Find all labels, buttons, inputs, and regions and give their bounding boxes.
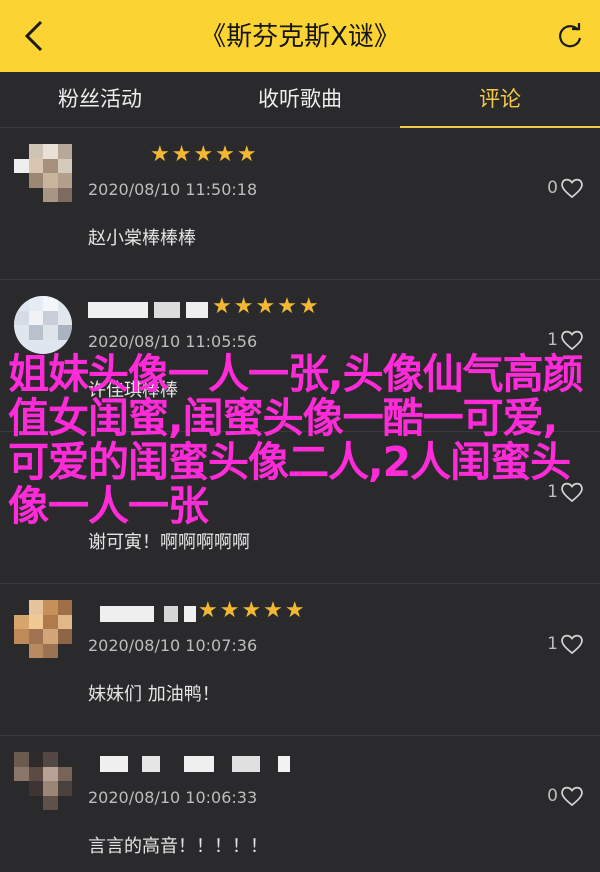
comment-time: 2020/08/10 11:50:18 xyxy=(88,180,258,199)
avatar[interactable] xyxy=(14,296,72,354)
comment-time: 2020/08/10 11:05:56 xyxy=(88,332,258,351)
tab-listen-songs[interactable]: 收听歌曲 xyxy=(200,72,400,128)
page-title: 《斯芬克斯Ⅹ谜》 xyxy=(200,22,400,52)
like-button[interactable]: 1 xyxy=(547,632,584,656)
comment-text: 妹妹们 加油鸭！ xyxy=(88,684,220,705)
tab-bar: 粉丝活动 收听歌曲 评论 xyxy=(0,72,600,128)
heart-icon xyxy=(561,178,583,199)
overlay-caption: 姐妹头像一人一张,头像仙气高颜值女闺蜜,闺蜜头像一酷一可爱,可爱的闺蜜头像二人,… xyxy=(8,350,584,530)
avatar[interactable] xyxy=(14,144,72,202)
tab-comments[interactable]: 评论 xyxy=(400,72,600,128)
like-button[interactable]: 0 xyxy=(547,176,584,200)
comment-text: 言言的高音！！！！！ xyxy=(88,836,268,857)
rating-stars: ★★★★★ xyxy=(150,142,259,167)
comment-text: 谢可寅！啊啊啊啊啊 xyxy=(88,532,250,553)
comment-item: ★★★★★ 2020/08/10 10:07:36 1 妹妹们 加油鸭！ xyxy=(0,584,600,736)
comment-time: 2020/08/10 10:06:33 xyxy=(88,788,258,807)
like-count: 1 xyxy=(547,330,558,350)
like-count: 0 xyxy=(547,786,558,806)
refresh-button[interactable] xyxy=(550,16,590,56)
like-button[interactable]: 0 xyxy=(547,784,584,808)
heart-icon xyxy=(561,330,583,351)
heart-icon xyxy=(561,634,583,655)
avatar[interactable] xyxy=(14,600,72,658)
refresh-icon xyxy=(559,23,582,48)
like-button[interactable]: 1 xyxy=(547,328,584,352)
tab-fan-activity[interactable]: 粉丝活动 xyxy=(0,72,200,128)
comment-text: 赵小棠棒棒棒 xyxy=(88,228,196,249)
avatar[interactable] xyxy=(14,752,72,810)
heart-icon xyxy=(561,786,583,807)
like-count: 1 xyxy=(547,634,558,654)
rating-stars: ★★★★★ xyxy=(212,294,321,319)
rating-stars: ★★★★★ xyxy=(198,598,307,623)
like-count: 0 xyxy=(547,178,558,198)
comment-item: 2020/08/10 10:06:33 0 言言的高音！！！！！ xyxy=(0,736,600,872)
comment-time: 2020/08/10 10:07:36 xyxy=(88,636,258,655)
top-bar: 《斯芬克斯Ⅹ谜》 xyxy=(0,0,600,72)
comment-item: ★★★★★ 2020/08/10 11:50:18 0 赵小棠棒棒棒 xyxy=(0,128,600,280)
